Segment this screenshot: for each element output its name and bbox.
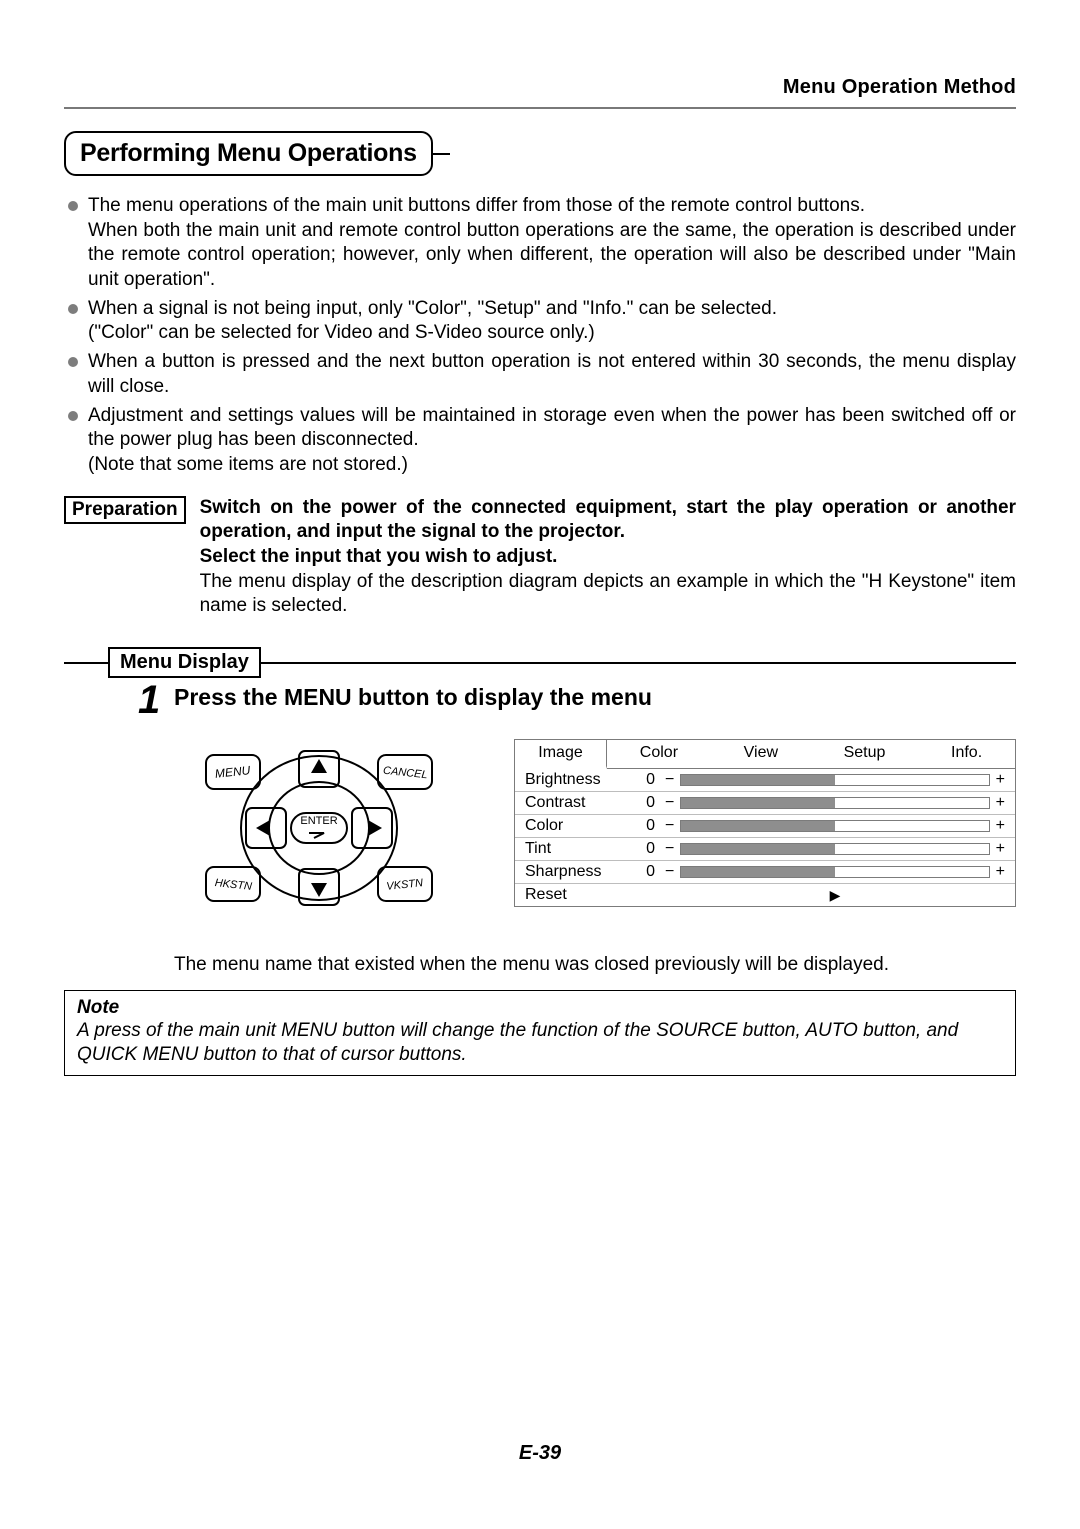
- bullet-item: When a signal is not being input, only "…: [64, 297, 1016, 346]
- osd-row-name: Tint: [525, 840, 635, 858]
- bullet-subtext: When both the main unit and remote contr…: [88, 219, 1016, 293]
- osd-row-value: 0: [635, 863, 665, 881]
- osd-row-name: Contrast: [525, 794, 635, 812]
- osd-menu: Image Color View Setup Info. Brightness …: [514, 739, 1016, 907]
- section-title-connector: [432, 153, 450, 155]
- bullet-subtext: (Note that some items are not stored.): [88, 453, 1016, 478]
- bullet-item: When a button is pressed and the next bu…: [64, 350, 1016, 399]
- section-title: Performing Menu Operations: [64, 131, 433, 176]
- osd-row-reset: Reset ▶: [515, 883, 1015, 906]
- step-command: Press the MENU button to display the men…: [174, 684, 1016, 711]
- osd-row: Contrast 0 − +: [515, 791, 1015, 814]
- osd-rows: Brightness 0 − + Contrast 0 − + Color 0 − +: [515, 769, 1015, 906]
- step-number: 1: [138, 680, 160, 720]
- osd-tabs: Image Color View Setup Info.: [515, 740, 1015, 769]
- plus-icon: +: [996, 840, 1005, 858]
- minus-icon: −: [665, 863, 674, 881]
- osd-row: Tint 0 − +: [515, 837, 1015, 860]
- osd-row-name: Sharpness: [525, 863, 635, 881]
- header-rule: [64, 107, 1016, 109]
- bullet-text: The menu operations of the main unit but…: [88, 195, 865, 216]
- osd-row-value: 0: [635, 771, 665, 789]
- step-label: Menu Display: [108, 647, 261, 678]
- osd-row-name: Reset: [525, 886, 635, 904]
- minus-icon: −: [665, 771, 674, 789]
- minus-icon: −: [665, 794, 674, 812]
- osd-row: Brightness 0 − +: [515, 769, 1015, 791]
- step-rule: [261, 662, 1016, 664]
- osd-tab: View: [744, 744, 778, 764]
- arrow-right-icon: ▶: [830, 887, 841, 904]
- bullet-text: Adjustment and settings values will be m…: [88, 405, 1016, 451]
- osd-tab: Info.: [951, 744, 982, 764]
- bullet-text: When a button is pressed and the next bu…: [88, 351, 1016, 397]
- menu-label: MENU: [214, 763, 251, 781]
- osd-row-value: 0: [635, 794, 665, 812]
- note-box: Note A press of the main unit MENU butto…: [64, 990, 1016, 1076]
- note-title: Note: [77, 997, 1003, 1019]
- cancel-label: CANCEL: [382, 765, 428, 782]
- bullet-text: When a signal is not being input, only "…: [88, 298, 777, 319]
- minus-icon: −: [665, 840, 674, 858]
- enter-label: ENTER: [300, 815, 337, 827]
- plus-icon: +: [996, 794, 1005, 812]
- osd-row-value: 0: [635, 840, 665, 858]
- bullet-subtext: ("Color" can be selected for Video and S…: [88, 321, 1016, 346]
- page-number: E-39: [0, 1442, 1080, 1465]
- plus-icon: +: [996, 771, 1005, 789]
- preparation-desc: The menu display of the description diag…: [200, 571, 1016, 617]
- osd-tab-active: Image: [515, 740, 607, 769]
- preparation-label: Preparation: [64, 496, 186, 524]
- osd-row-name: Color: [525, 817, 635, 835]
- osd-row: Color 0 − +: [515, 814, 1015, 837]
- bullet-item: The menu operations of the main unit but…: [64, 194, 1016, 293]
- page-header: Menu Operation Method: [64, 76, 1016, 99]
- osd-tab: Color: [640, 744, 678, 764]
- preparation-line2: Select the input that you wish to adjust…: [200, 546, 558, 567]
- preparation-block: Preparation Switch on the power of the c…: [64, 496, 1016, 619]
- osd-row-name: Brightness: [525, 771, 635, 789]
- hkstn-label: HKSTN: [214, 877, 252, 893]
- step-rule: [64, 662, 108, 664]
- preparation-line1: Switch on the power of the connected equ…: [200, 497, 1016, 543]
- osd-row: Sharpness 0 − +: [515, 860, 1015, 883]
- preparation-text: Switch on the power of the connected equ…: [186, 496, 1016, 619]
- step-1: Menu Display 1 Press the MENU button to …: [64, 647, 1016, 1076]
- vkstn-label: VKSTN: [386, 877, 424, 893]
- bullet-list: The menu operations of the main unit but…: [64, 194, 1016, 478]
- osd-tab: Setup: [844, 744, 886, 764]
- plus-icon: +: [996, 863, 1005, 881]
- note-body: A press of the main unit MENU button wil…: [77, 1019, 1003, 1067]
- minus-icon: −: [665, 817, 674, 835]
- bullet-item: Adjustment and settings values will be m…: [64, 404, 1016, 478]
- step-after-text: The menu name that existed when the menu…: [64, 954, 1016, 976]
- plus-icon: +: [996, 817, 1005, 835]
- remote-diagram: ENTER MENU CANCEL HKSTN VKSTN: [174, 733, 464, 928]
- osd-row-value: 0: [635, 817, 665, 835]
